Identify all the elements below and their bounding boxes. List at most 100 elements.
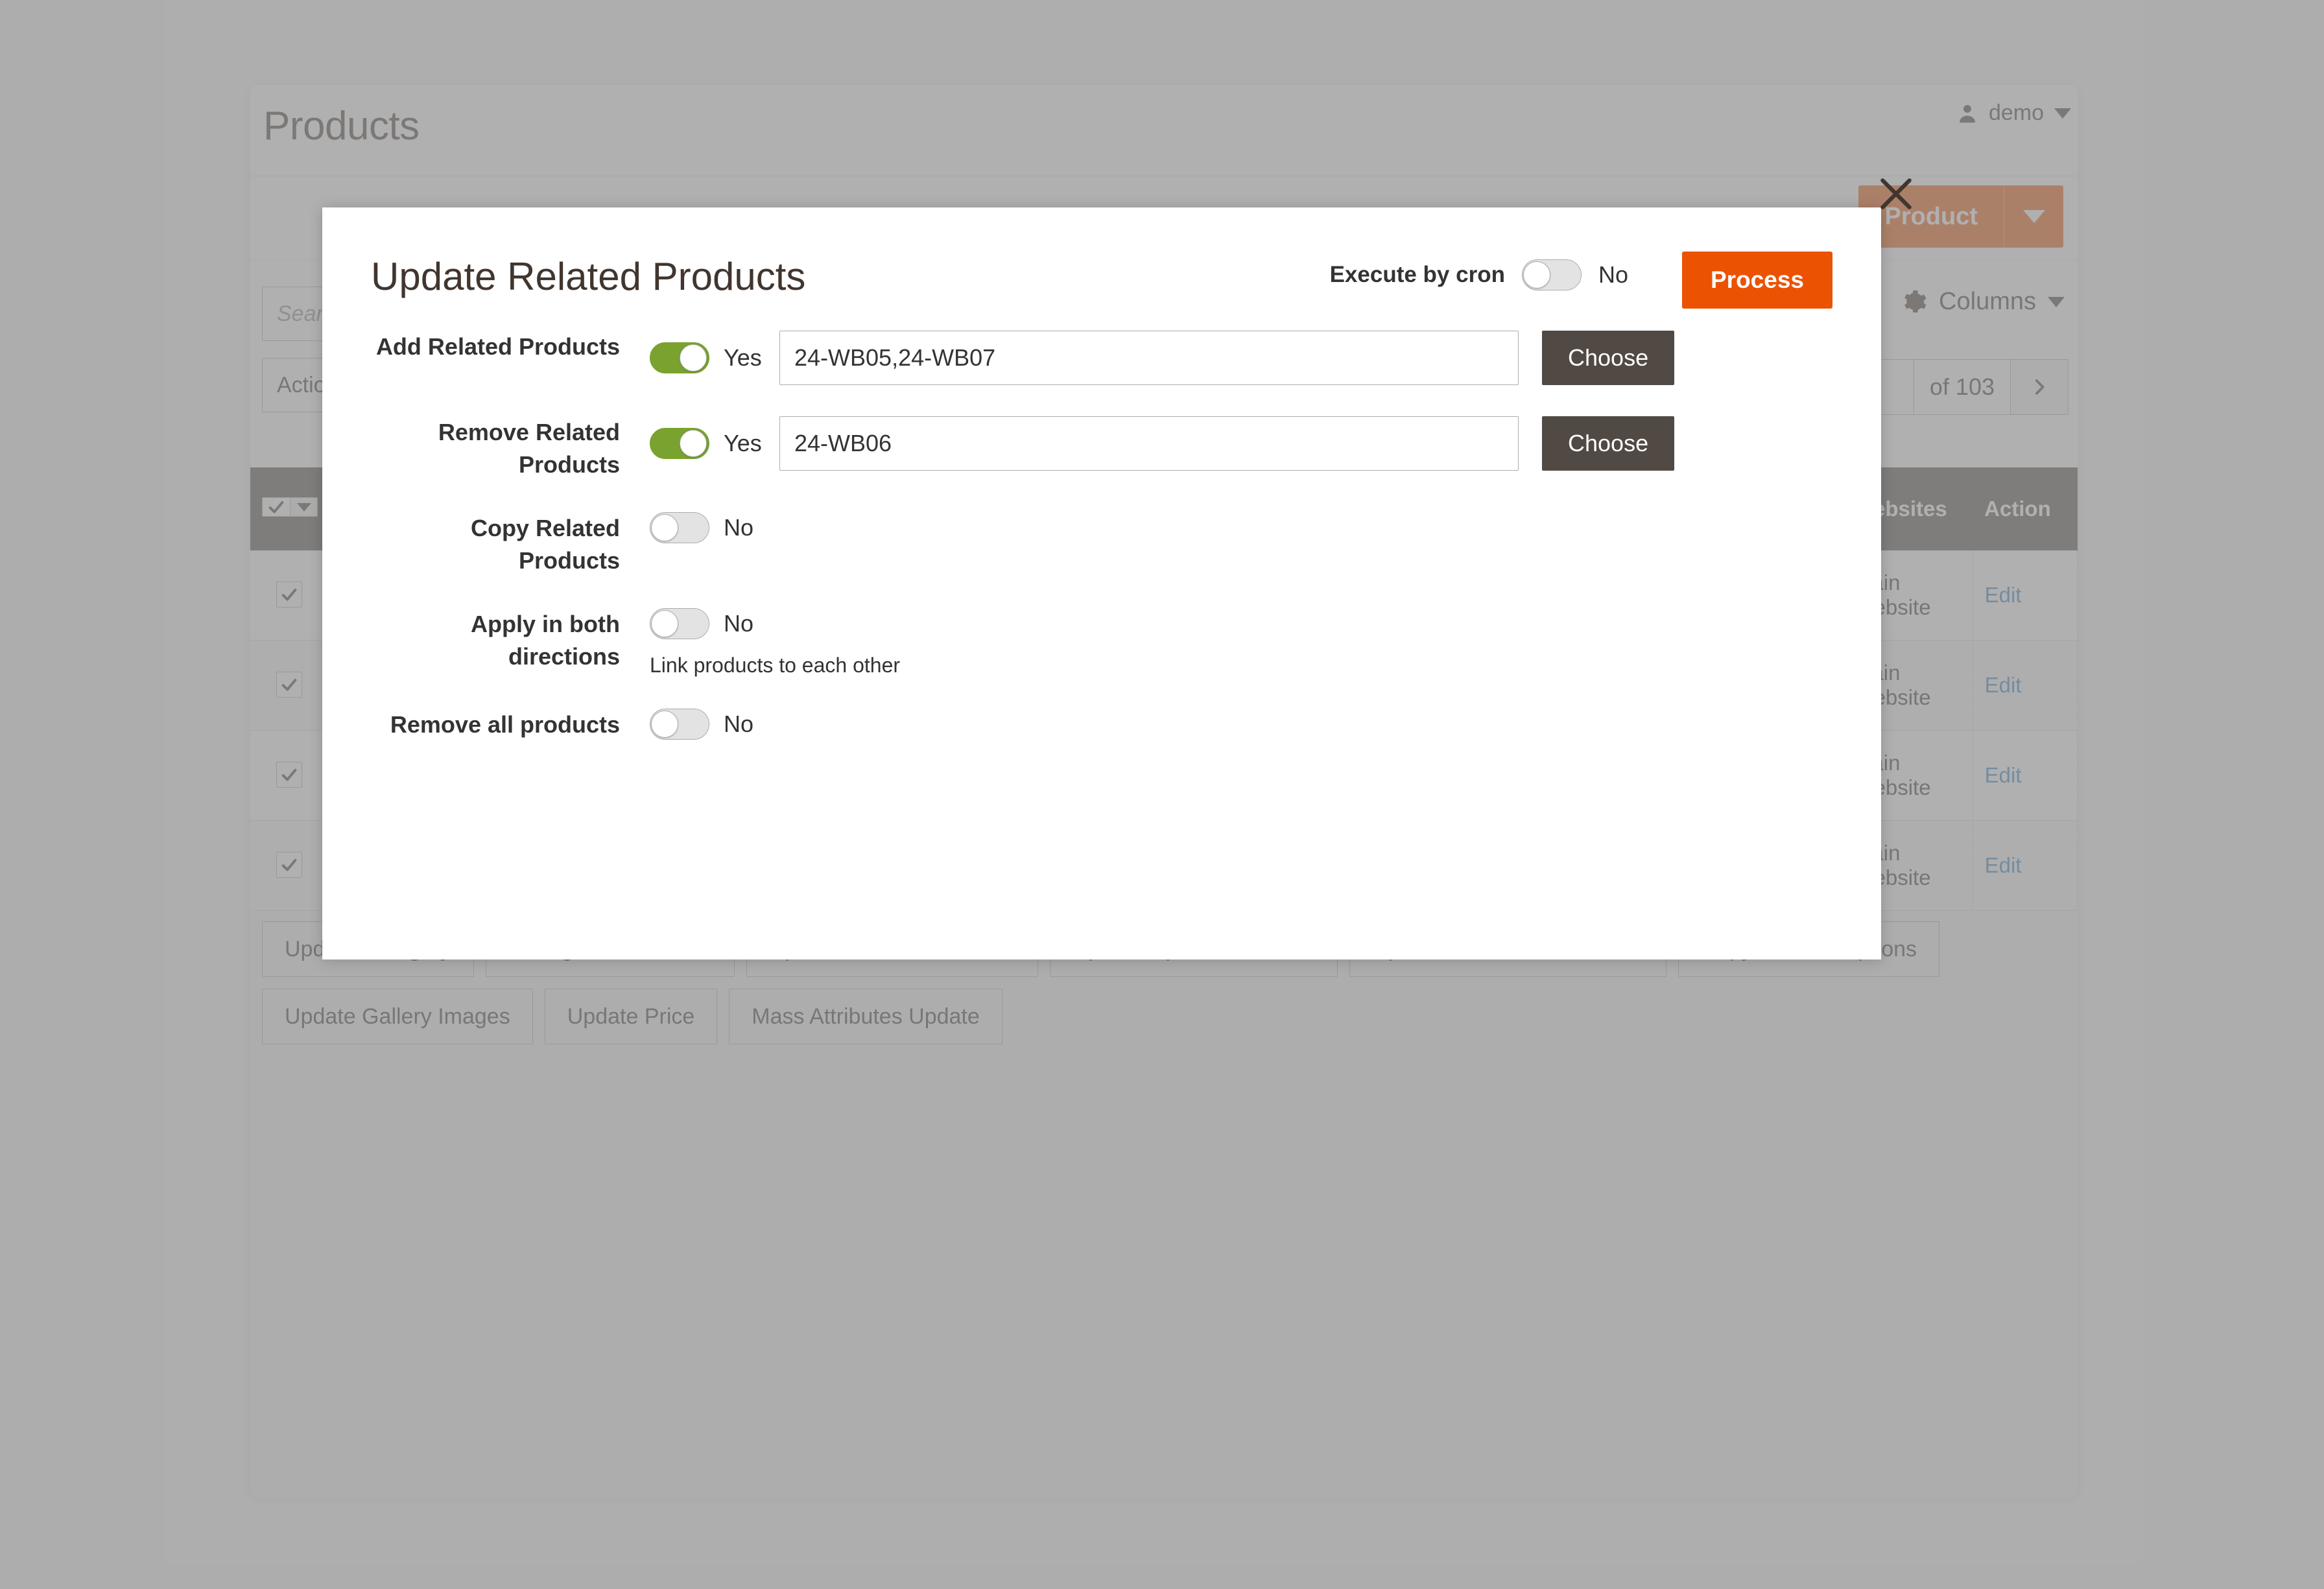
user-avatar-icon — [1956, 102, 1978, 124]
form-row-control: Yes Choose — [650, 331, 1832, 385]
select-all-dropdown[interactable] — [290, 498, 317, 516]
execute-by-cron-control: Execute by cron No — [1330, 259, 1628, 290]
chevron-down-icon — [297, 503, 311, 512]
form-row-control: No — [650, 512, 1832, 543]
checkmark-icon — [263, 498, 290, 516]
modal-title: Update Related Products — [371, 254, 805, 299]
form-row-label: Add Related Products — [371, 331, 650, 363]
user-name: demo — [1989, 100, 2044, 126]
form-row-column: No — [650, 709, 779, 740]
form-row-column: Yes Choose — [650, 331, 1674, 385]
form-row-toggle-wrap: No — [650, 709, 779, 740]
select-all-checkbox[interactable] — [262, 497, 318, 517]
edit-link[interactable]: Edit — [1985, 673, 2022, 697]
choose-button[interactable]: Choose — [1542, 416, 1674, 471]
row-checkbox[interactable] — [276, 672, 302, 698]
form-row-line: No — [650, 709, 779, 740]
toggle-value-label: Yes — [724, 344, 762, 371]
toggle-value-label: Yes — [724, 430, 762, 457]
toggle-knob — [680, 430, 707, 457]
form-row-column: Yes Choose — [650, 416, 1674, 471]
row-checkbox[interactable] — [276, 582, 302, 607]
form-row-3: Apply in both directions No Link products … — [371, 608, 1832, 677]
pagination: of 103 — [1854, 359, 2069, 415]
choose-button[interactable]: Choose — [1542, 331, 1674, 385]
modal-header: Update Related Products Execute by cron … — [322, 207, 1881, 331]
chevron-down-icon — [2048, 297, 2065, 307]
cell-action[interactable]: Edit — [1973, 641, 2077, 731]
toggle-value-label: No — [724, 610, 753, 637]
form-row-hint: Link products to each other — [650, 653, 900, 677]
row-select-cell[interactable] — [250, 550, 329, 641]
chevron-down-icon — [2054, 108, 2071, 119]
cell-action[interactable]: Edit — [1973, 731, 2077, 821]
toggle-knob — [1523, 261, 1550, 288]
edit-link[interactable]: Edit — [1985, 853, 2022, 877]
toggle-knob — [651, 711, 678, 738]
edit-link[interactable]: Edit — [1985, 763, 2022, 787]
form-row-label: Apply in both directions — [371, 608, 650, 673]
form-row-toggle-wrap: Yes — [650, 342, 779, 373]
form-row-control: No Link products to each other — [650, 608, 1832, 677]
form-row-label: Remove all products — [371, 709, 650, 741]
select-all-header[interactable] — [250, 467, 329, 550]
mass-action-button-8[interactable]: Mass Attributes Update — [729, 989, 1002, 1044]
form-row-column: No Link products to each other — [650, 608, 900, 677]
form-row-label: Remove Related Products — [371, 416, 650, 481]
cell-action[interactable]: Edit — [1973, 550, 2077, 641]
columns-label: Columns — [1939, 288, 2036, 316]
row-checkbox[interactable] — [276, 762, 302, 788]
form-row-0: Add Related Products Yes Choose — [371, 331, 1832, 385]
form-row-column: No — [650, 512, 779, 543]
chevron-down-icon — [2023, 210, 2045, 223]
mass-action-button-6[interactable]: Update Gallery Images — [262, 989, 533, 1044]
form-row-toggle-wrap: No — [650, 608, 779, 639]
update-related-products-modal: Update Related Products Execute by cron … — [322, 207, 1881, 959]
row-select-cell[interactable] — [250, 821, 329, 911]
form-row-4: Remove all products No — [371, 709, 1832, 741]
toggle-switch[interactable] — [650, 428, 709, 459]
page-title: Products — [263, 103, 420, 149]
user-menu[interactable]: demo — [1956, 100, 2071, 126]
row-select-cell[interactable] — [250, 641, 329, 731]
mass-action-button-7[interactable]: Update Price — [545, 989, 718, 1044]
form-row-label: Copy Related Products — [371, 512, 650, 577]
form-row-toggle-wrap: No — [650, 512, 779, 543]
form-row-line: No — [650, 512, 779, 543]
columns-control[interactable]: Columns — [1901, 288, 2065, 316]
modal-body: Add Related ProductsYesChooseRemove Rela… — [322, 331, 1881, 741]
process-button[interactable]: Process — [1682, 252, 1832, 309]
toggle-switch[interactable] — [650, 342, 709, 373]
form-row-line: Yes Choose — [650, 416, 1674, 471]
col-action[interactable]: Action — [1973, 467, 2077, 550]
toggle-value-label: No — [724, 514, 753, 541]
form-row-toggle-wrap: Yes — [650, 428, 779, 459]
next-page-button[interactable] — [2010, 359, 2069, 415]
form-row-1: Remove Related Products Yes Choose — [371, 416, 1832, 481]
execute-by-cron-toggle[interactable] — [1522, 259, 1582, 290]
admin-header: Products demo — [250, 85, 2078, 176]
toggle-switch[interactable] — [650, 512, 709, 543]
page-total-label: of 103 — [1914, 359, 2010, 415]
toggle-knob — [680, 344, 707, 371]
edit-link[interactable]: Edit — [1985, 583, 2022, 607]
form-row-line: No — [650, 608, 900, 639]
toggle-value-label: No — [724, 711, 753, 738]
toggle-knob — [651, 514, 678, 541]
form-row-control: Yes Choose — [650, 416, 1832, 471]
close-icon[interactable] — [1868, 165, 1925, 222]
cell-action[interactable]: Edit — [1973, 821, 2077, 911]
toggle-knob — [651, 610, 678, 637]
form-row-line: Yes Choose — [650, 331, 1674, 385]
add-product-split-toggle[interactable] — [2004, 185, 2063, 248]
toggle-switch[interactable] — [650, 608, 709, 639]
form-row-control: No — [650, 709, 1832, 740]
row-select-cell[interactable] — [250, 731, 329, 821]
skus-input[interactable] — [779, 331, 1519, 385]
execute-by-cron-label: Execute by cron — [1330, 262, 1505, 288]
execute-by-cron-value: No — [1598, 261, 1628, 288]
skus-input[interactable] — [779, 416, 1519, 471]
toggle-switch[interactable] — [650, 709, 709, 740]
row-checkbox[interactable] — [276, 852, 302, 878]
gear-icon — [1901, 289, 1927, 315]
